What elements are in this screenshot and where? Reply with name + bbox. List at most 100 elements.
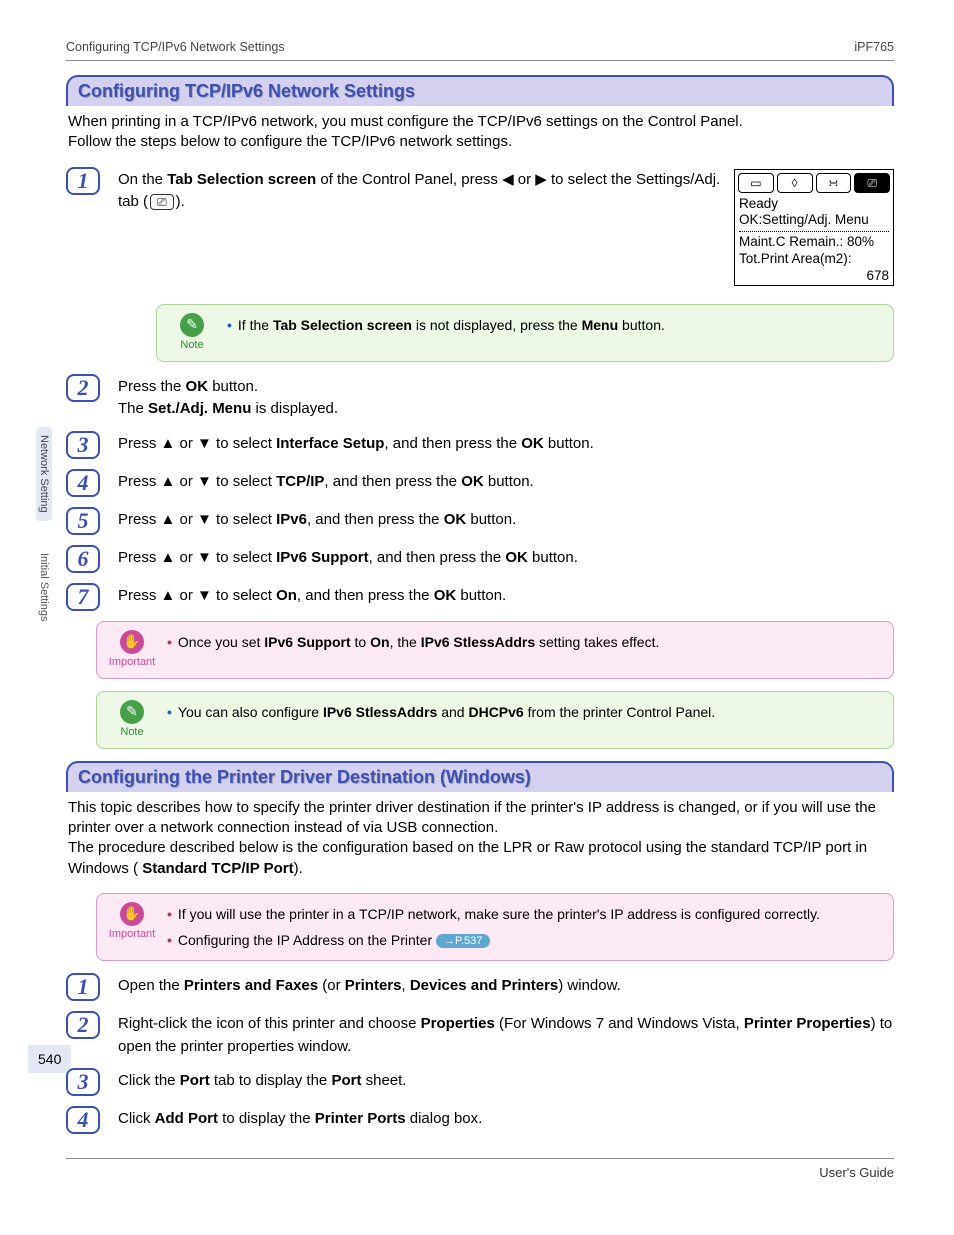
text-bold: Add Port	[155, 1110, 218, 1127]
text: button.	[528, 549, 578, 566]
header-right: iPF765	[854, 40, 894, 54]
text: Press ▲ or ▼ to select	[118, 435, 276, 452]
text-bold: Printer Properties	[744, 1015, 871, 1032]
text: ,	[402, 977, 410, 994]
text: tab to display the	[210, 1072, 332, 1089]
text: Configuring the IP Address on the Printe…	[178, 932, 432, 948]
text-bold: OK	[444, 511, 467, 528]
lcd-tab-icon: ∺	[816, 173, 852, 193]
intro-line1: When printing in a TCP/IPv6 network, you…	[68, 113, 743, 130]
step-1: 1 ▭ ◊ ∺ ⎚ Ready OK:Setting/Adj. Menu Mai…	[66, 167, 894, 294]
step-b2: 2 Right-click the icon of this printer a…	[66, 1011, 894, 1058]
text: , and then press the	[324, 473, 461, 490]
step-3: 3 Press ▲ or ▼ to select Interface Setup…	[66, 431, 894, 459]
footer-right: User's Guide	[819, 1165, 894, 1180]
note-icon: ✎	[120, 700, 144, 724]
text: This topic describes how to specify the …	[68, 799, 876, 836]
text: Right-click the icon of this printer and…	[118, 1015, 421, 1032]
note-callout: ✎ Note You can also configure IPv6 Stles…	[96, 691, 894, 749]
text: , and then press the	[297, 587, 434, 604]
text-bold: IPv6 StlessAddrs	[421, 634, 535, 650]
lcd-divider	[739, 231, 889, 232]
lcd-tab-icon: ◊	[777, 173, 813, 193]
text: , the	[390, 634, 421, 650]
step-b1: 1 Open the Printers and Faxes (or Printe…	[66, 973, 894, 1001]
text-bold: OK	[461, 473, 484, 490]
text: sheet.	[361, 1072, 406, 1089]
text: Press the	[118, 378, 186, 395]
text: button.	[544, 435, 594, 452]
lcd-line: Maint.C Remain.: 80%	[735, 234, 893, 251]
lcd-line: Ready	[735, 196, 893, 213]
text: If the	[238, 317, 273, 333]
header-left: Configuring TCP/IPv6 Network Settings	[66, 40, 285, 54]
text-bold: Menu	[582, 317, 619, 333]
page-header: Configuring TCP/IPv6 Network Settings iP…	[66, 40, 894, 58]
text-bold: On	[370, 634, 389, 650]
text: You can also configure	[178, 704, 323, 720]
text-bold: Printer Ports	[315, 1110, 406, 1127]
text-bold: Tab Selection screen	[273, 317, 412, 333]
important-icon: ✋	[120, 902, 144, 926]
section-b-intro: This topic describes how to specify the …	[66, 792, 894, 885]
section-title-bar-a: Configuring TCP/IPv6 Network Settings	[66, 75, 894, 106]
section-a-intro: When printing in a TCP/IPv6 network, you…	[66, 106, 894, 159]
text: to display the	[218, 1110, 315, 1127]
step-number-3: 3	[66, 431, 100, 459]
step-b4: 4 Click Add Port to display the Printer …	[66, 1106, 894, 1134]
text: setting takes effect.	[535, 634, 659, 650]
text-bold: OK	[434, 587, 457, 604]
text-bold: OK	[186, 378, 209, 395]
text-bold: Port	[180, 1072, 210, 1089]
settings-tab-icon: ⎚	[150, 194, 174, 210]
text: , and then press the	[307, 511, 444, 528]
text: is not displayed, press the	[412, 317, 582, 333]
step-number-b2: 2	[66, 1011, 100, 1039]
text: button.	[208, 378, 258, 395]
text-bold: TCP/IP	[276, 473, 324, 490]
section-title-bar-b: Configuring the Printer Driver Destinati…	[66, 761, 894, 792]
text: from the printer Control Panel.	[524, 704, 715, 720]
header-divider	[66, 60, 894, 61]
text-bold: IPv6 Support	[276, 549, 369, 566]
text: , and then press the	[384, 435, 521, 452]
important-icon: ✋	[120, 630, 144, 654]
text: button.	[456, 587, 506, 604]
text: Open the	[118, 977, 184, 994]
step-7: 7 Press ▲ or ▼ to select On, and then pr…	[66, 583, 894, 611]
text-bold: Tab Selection screen	[167, 171, 316, 188]
lcd-line: OK:Setting/Adj. Menu	[735, 212, 893, 229]
printer-lcd-graphic: ▭ ◊ ∺ ⎚ Ready OK:Setting/Adj. Menu Maint…	[734, 169, 894, 286]
text-bold: Printers and Faxes	[184, 977, 318, 994]
lcd-tab-icon-active: ⎚	[854, 173, 890, 193]
text-bold: Interface Setup	[276, 435, 384, 452]
text-bold: IPv6	[276, 511, 307, 528]
cross-ref-link[interactable]: →P.537	[436, 934, 490, 948]
text: ).	[176, 193, 185, 210]
step-number-7: 7	[66, 583, 100, 611]
step-number-b1: 1	[66, 973, 100, 1001]
text: , and then press the	[369, 549, 506, 566]
important-label: Important	[107, 656, 157, 668]
text-bold: On	[276, 587, 297, 604]
text-bold: OK	[505, 549, 528, 566]
step-number-2: 2	[66, 374, 100, 402]
text: dialog box.	[406, 1110, 483, 1127]
text-bold: OK	[521, 435, 544, 452]
text: Press ▲ or ▼ to select	[118, 511, 276, 528]
text-bold: Properties	[421, 1015, 495, 1032]
step-4: 4 Press ▲ or ▼ to select TCP/IP, and the…	[66, 469, 894, 497]
page-footer: User's Guide	[66, 1165, 894, 1180]
text: (For Windows 7 and Windows Vista,	[495, 1015, 744, 1032]
step-number-6: 6	[66, 545, 100, 573]
text-bold: DHCPv6	[468, 704, 523, 720]
text: Click the	[118, 1072, 180, 1089]
text: button.	[466, 511, 516, 528]
note-icon: ✎	[180, 313, 204, 337]
lcd-tab-icon: ▭	[738, 173, 774, 193]
step-number-b4: 4	[66, 1106, 100, 1134]
important-callout: ✋ Important If you will use the printer …	[96, 893, 894, 961]
text-bold: IPv6 Support	[264, 634, 350, 650]
step-number-4: 4	[66, 469, 100, 497]
text: ) window.	[558, 977, 621, 994]
